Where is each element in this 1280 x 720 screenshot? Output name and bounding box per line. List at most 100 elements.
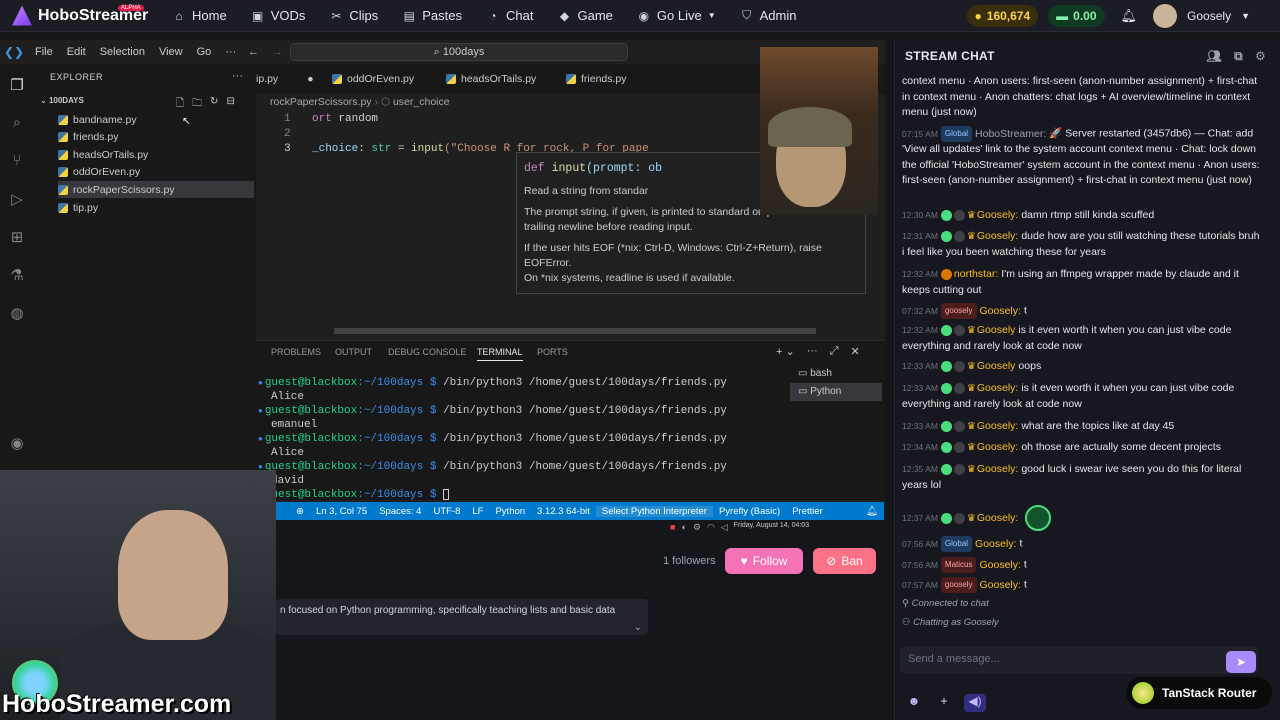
nav-go-live[interactable]: ◉ Go Live ▼ [625, 0, 728, 32]
chat-message[interactable]: 12:33 AM ♛Goosely oops [902, 359, 1264, 375]
zoom-icon[interactable]: ⊕ [290, 506, 310, 517]
popout-icon[interactable]: ⧉ [1234, 49, 1243, 64]
nav-admin[interactable]: ⛉ Admin [728, 0, 809, 32]
editor-tab[interactable]: oddOrEven.py [332, 73, 414, 85]
terminal-output[interactable]: ● guest@blackbox:~/100days $ /bin/python3… [258, 376, 778, 502]
coin-balance[interactable]: ● 160,674 [966, 5, 1039, 27]
status-item[interactable]: Select Python Interpreter [595, 505, 713, 517]
status-item[interactable]: Ln 3, Col 75 [310, 506, 373, 517]
plus-icon[interactable]: + [933, 694, 955, 712]
nav-chat[interactable]: ◔ Chat [474, 0, 545, 32]
file-item[interactable]: oddOrEven.py [58, 164, 254, 181]
chat-message[interactable]: 07:56 AM Global Goosely: t [902, 536, 1264, 552]
avatar[interactable] [1153, 4, 1178, 28]
menu-selection[interactable]: Selection [93, 46, 152, 58]
send-button[interactable]: ➤ [1226, 651, 1256, 673]
source-control-icon[interactable]: ⑂ [8, 152, 26, 170]
testing-icon[interactable]: ⚗ [8, 266, 26, 284]
site-logo[interactable]: HoboStreamer ALPHA [0, 4, 160, 26]
file-item[interactable]: rockPaperScissors.py [58, 181, 254, 199]
run-debug-icon[interactable]: ▷ [8, 190, 26, 208]
emoji-icon[interactable]: ☻ [903, 694, 925, 712]
ban-button[interactable]: ⊘ Ban [813, 548, 876, 574]
chat-input[interactable]: Send a message... [900, 646, 1258, 674]
gear-icon[interactable]: ⚙ [1255, 49, 1266, 64]
users-icon[interactable]: 👥︎ [1207, 49, 1223, 64]
file-item[interactable]: tip.py [58, 199, 254, 216]
editor-tab[interactable]: headsOrTails.py [446, 73, 536, 85]
stream-description[interactable]: n focused on Python programming, specifi… [276, 599, 648, 635]
status-item[interactable]: 3.12.3 64-bit [531, 506, 596, 517]
menu-edit[interactable]: Edit [60, 46, 93, 58]
terminal-session-python[interactable]: ▭ Python [790, 383, 882, 401]
menu-file[interactable]: File [28, 46, 60, 58]
more-actions-icon[interactable]: ··· [232, 70, 243, 82]
menu-view[interactable]: View [152, 46, 190, 58]
chat-message[interactable]: 12:32 AM northstar: I'm using an ffmpeg wr… [902, 267, 1264, 298]
chat-message[interactable]: 07:56 AM Maticus Goosely: t [902, 557, 1264, 573]
nav-home[interactable]: ⌂ Home [160, 0, 239, 32]
search-icon[interactable]: ⌕ [8, 114, 26, 132]
chat-message[interactable]: 12:33 AM ♛Goosely: what are the topics lik… [902, 419, 1264, 435]
add-terminal-icon[interactable]: + ⌄ [776, 345, 795, 358]
chat-message[interactable]: 12:35 AM ♛Goosely: good luck i swear ive s… [902, 462, 1264, 493]
maximize-icon[interactable]: ⤢ [830, 345, 839, 358]
editor-tab[interactable]: friends.py [566, 73, 627, 85]
back-icon[interactable]: ← [248, 46, 259, 58]
panel-tab-ports[interactable]: PORTS [537, 347, 568, 357]
status-item[interactable]: Python [489, 506, 531, 517]
panel-tab-problems[interactable]: PROBLEMS [271, 347, 321, 357]
more-actions-icon[interactable]: ··· [807, 345, 818, 358]
account-icon[interactable]: ◉ [8, 434, 26, 452]
nav-game[interactable]: ◆ Game [545, 0, 624, 32]
bell-icon[interactable]: 🔔︎ [1121, 8, 1138, 24]
chat-message[interactable]: 12:31 AM ♛Goosely: dude how are you still … [902, 229, 1264, 260]
chat-message[interactable]: 12:33 AM ♛Goosely: is it even worth it whe… [902, 381, 1264, 412]
terminal-session-bash[interactable]: ▭ bash [790, 365, 882, 383]
file-item[interactable]: headsOrTails.py [58, 146, 254, 163]
breadcrumb-file[interactable]: rockPaperScissors.py [270, 96, 372, 108]
username[interactable]: Goosely [1187, 9, 1231, 23]
follow-button[interactable]: ♥ Follow [725, 548, 803, 574]
file-item[interactable]: friends.py [58, 129, 254, 146]
remote-icon[interactable]: ◍ [8, 304, 26, 322]
status-item[interactable]: Spaces: 4 [373, 506, 427, 517]
tanstack-router-devtools[interactable]: TanStack Router [1126, 677, 1272, 709]
sound-icon[interactable]: ◀) [964, 694, 986, 712]
chat-message[interactable]: context menu · Anon users: first-seen (a… [902, 74, 1264, 121]
status-item[interactable]: Pyrefly (Basic) [713, 506, 786, 517]
extensions-icon[interactable]: ⊞ [8, 228, 26, 246]
panel-tab-output[interactable]: OUTPUT [335, 347, 372, 357]
status-item[interactable]: LF [466, 506, 489, 517]
panel-tab-debug-console[interactable]: DEBUG CONSOLE [388, 347, 467, 357]
chat-message[interactable]: 07:15 AM Global HoboStreamer: 🚀 Server rest… [902, 126, 1264, 189]
chat-message[interactable]: 07:57 AM goosely Goosely: t [902, 577, 1264, 593]
forward-icon[interactable]: → [272, 46, 283, 58]
chat-message[interactable]: 12:37 AM ♛Goosely: [902, 505, 1264, 531]
breadcrumb-symbol[interactable]: user_choice [393, 96, 450, 108]
panel-tab-terminal[interactable]: TERMINAL [477, 347, 523, 361]
nav-pastes[interactable]: ▤ Pastes [390, 0, 474, 32]
status-item[interactable]: UTF-8 [427, 506, 466, 517]
menu-go[interactable]: Go [190, 46, 219, 58]
bell-icon[interactable]: 🔔︎ [860, 506, 884, 517]
status-item[interactable]: Prettier [786, 506, 829, 517]
close-icon[interactable]: ✕ [851, 345, 860, 358]
horizontal-scrollbar[interactable] [334, 328, 816, 334]
command-center-search[interactable]: ⌕ 100days [290, 43, 628, 61]
folder-root[interactable]: ⌄ 100DAYS [40, 96, 84, 105]
chevron-down-icon[interactable]: ▼ [1241, 11, 1250, 21]
menu-more[interactable]: ··· [218, 46, 243, 58]
chat-message[interactable]: 12:34 AM ♛Goosely: oh those are actually s… [902, 440, 1264, 456]
cash-balance[interactable]: ▬ 0.00 [1048, 5, 1105, 27]
explorer-icon[interactable]: ❐ [8, 76, 26, 94]
modified-dot-icon[interactable]: ● [307, 73, 313, 85]
chat-message[interactable]: 07:32 AM goosely Goosely: t [902, 303, 1264, 319]
nav-clips[interactable]: ✂ Clips [317, 0, 390, 32]
nav-vods[interactable]: ▣ VODs [239, 0, 318, 32]
editor-tab[interactable]: ip.py ● [256, 73, 314, 85]
chat-message[interactable]: 12:32 AM ♛Goosely is it even worth it when… [902, 323, 1264, 354]
chevron-down-icon[interactable]: ⌄ [634, 622, 642, 633]
chat-message[interactable]: 12:30 AM ♛Goosely: damn rtmp still kinda s… [902, 208, 1264, 224]
file-item[interactable]: bandname.py [58, 111, 254, 128]
